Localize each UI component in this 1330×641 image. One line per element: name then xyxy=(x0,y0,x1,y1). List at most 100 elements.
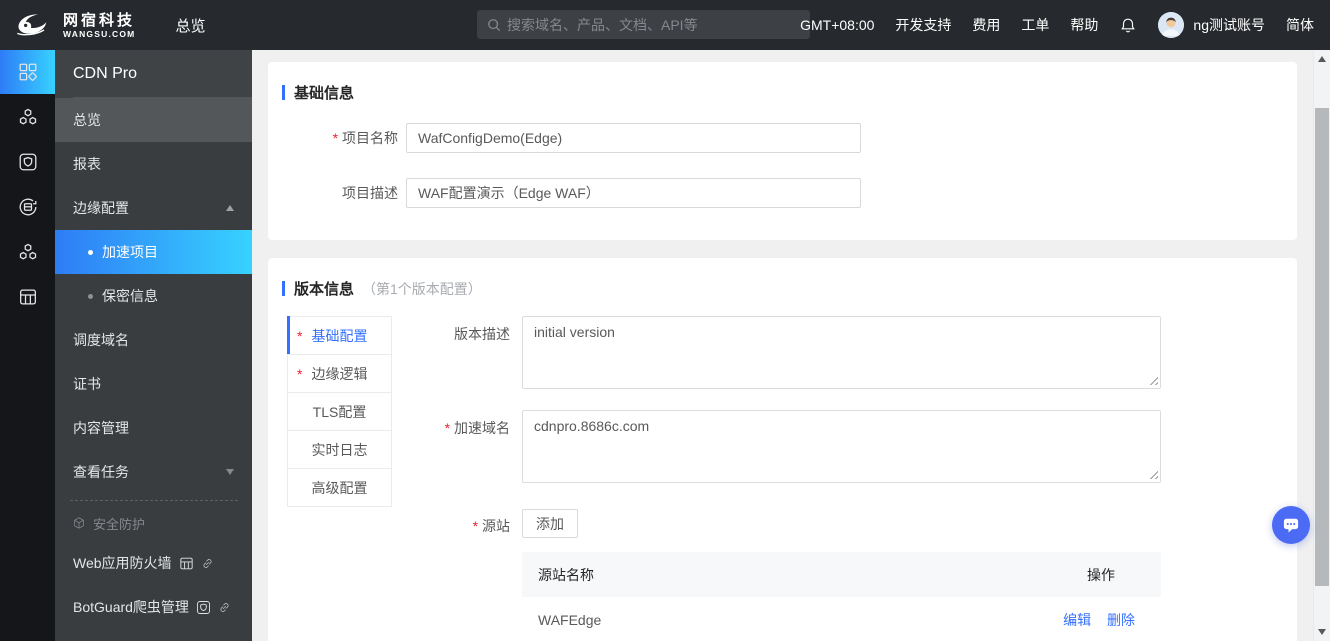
sidebar-item-content-mgmt[interactable]: 内容管理 xyxy=(55,406,252,450)
rail-item-cluster2[interactable] xyxy=(0,230,55,274)
product-title: CDN Pro xyxy=(55,50,252,98)
cluster-icon xyxy=(19,108,36,125)
scroll-up-arrow[interactable] xyxy=(1318,56,1326,62)
global-search xyxy=(477,10,810,39)
sidebar-item-label: 证书 xyxy=(73,376,101,392)
scroll-down-arrow[interactable] xyxy=(1318,629,1326,635)
sidebar-item-scheduling-domains[interactable]: 调度域名 xyxy=(55,318,252,362)
sidebar-item-view-tasks[interactable]: 查看任务 xyxy=(55,450,252,494)
language-toggle[interactable]: 简体 xyxy=(1286,15,1314,35)
cluster-icon xyxy=(19,243,36,260)
tab-edge-logic[interactable]: 边缘逻辑 xyxy=(287,354,392,393)
tab-basic-config[interactable]: 基础配置 xyxy=(287,316,392,355)
version-info-title: 版本信息 （第1个版本配置） xyxy=(282,278,1297,299)
page-body: CDN Pro 总览 报表 边缘配置 加速项目 保密信息 调度域名 证书 内容管… xyxy=(0,50,1330,641)
version-body: 基础配置 边缘逻辑 TLS配置 实时日志 高级配置 xyxy=(282,316,1297,641)
sidebar-item-label: Web应用防火墙 xyxy=(73,555,172,571)
add-origin-button[interactable]: 添加 xyxy=(522,509,578,538)
basic-info-title: 基础信息 xyxy=(282,82,1297,103)
origin-name-cell: WAFEdge xyxy=(538,612,602,629)
version-subtitle: （第1个版本配置） xyxy=(362,280,482,297)
sidebar-divider xyxy=(70,500,238,501)
edit-origin-link[interactable]: 编辑 xyxy=(1063,612,1091,628)
project-desc-row: 项目描述 xyxy=(282,178,1297,208)
brand-name-cn: 网宿科技 xyxy=(63,11,136,29)
sidebar-item-reports[interactable]: 报表 xyxy=(55,142,252,186)
app-root: 网宿科技 WANGSU.COM 总览 GMT+08:00 开发支持 费用 工单 … xyxy=(0,0,1330,641)
billing-link[interactable]: 费用 xyxy=(972,15,1000,35)
rail-item-security[interactable] xyxy=(0,140,55,184)
search-icon xyxy=(488,18,501,31)
rail-item-nodes[interactable] xyxy=(0,95,55,139)
ticket-link[interactable]: 工单 xyxy=(1021,15,1049,35)
avatar xyxy=(1158,12,1185,38)
delete-origin-link[interactable]: 删除 xyxy=(1107,612,1135,628)
rail-item-billing-calc[interactable] xyxy=(0,275,55,319)
account-menu[interactable]: ng测试账号 xyxy=(1158,12,1265,38)
bullet-dot xyxy=(88,293,93,299)
tab-label: 基础配置 xyxy=(311,327,368,344)
chevron-down-icon xyxy=(226,469,234,475)
sidebar-item-label: 总览 xyxy=(73,112,101,128)
version-form: 版本描述 initial version 加速域名 cdnpro.8686c.c… xyxy=(392,316,1297,641)
col-origin-name: 源站名称 xyxy=(538,566,594,583)
section-title-text: 版本信息 xyxy=(294,281,355,298)
rail-item-storage[interactable] xyxy=(0,185,55,229)
col-actions: 操作 xyxy=(1087,566,1115,583)
sidebar-item-label: 保密信息 xyxy=(102,288,158,304)
calculator-icon xyxy=(19,289,36,305)
sidebar-item-secrets[interactable]: 保密信息 xyxy=(55,274,252,318)
accel-domain-label: 加速域名 xyxy=(392,410,510,483)
shield-square-icon xyxy=(19,153,36,171)
bell-icon[interactable] xyxy=(1119,16,1137,35)
sidebar-item-label: 调度域名 xyxy=(73,332,129,348)
tab-tls-config[interactable]: TLS配置 xyxy=(287,392,392,431)
tab-advanced-config[interactable]: 高级配置 xyxy=(287,468,392,507)
project-name-row: 项目名称 xyxy=(282,123,1297,153)
table-row: WAFEdge 编辑 删除 xyxy=(522,597,1161,641)
account-name: ng测试账号 xyxy=(1193,17,1265,33)
sidebar-item-label: BotGuard爬虫管理 xyxy=(73,599,189,615)
title-accent-bar xyxy=(282,281,285,296)
sidebar-item-botguard[interactable]: BotGuard爬虫管理 xyxy=(55,585,252,629)
sidebar-item-edge-config[interactable]: 边缘配置 xyxy=(55,186,252,230)
project-desc-label: 项目描述 xyxy=(342,185,398,201)
chevron-up-icon xyxy=(226,205,234,211)
tab-realtime-log[interactable]: 实时日志 xyxy=(287,430,392,469)
help-link[interactable]: 帮助 xyxy=(1070,15,1098,35)
brand-logo[interactable]: 网宿科技 WANGSU.COM xyxy=(14,8,135,42)
timezone-selector[interactable]: GMT+08:00 xyxy=(800,17,874,33)
bullet-dot xyxy=(88,249,93,255)
tab-label: TLS配置 xyxy=(312,403,367,420)
version-desc-textarea[interactable]: initial version xyxy=(522,316,1161,389)
origin-table-header: 源站名称 操作 xyxy=(522,552,1161,597)
project-name-label: 项目名称 xyxy=(282,128,398,148)
sidebar-menu: CDN Pro 总览 报表 边缘配置 加速项目 保密信息 调度域名 证书 内容管… xyxy=(55,50,252,641)
version-desc-label: 版本描述 xyxy=(454,326,510,342)
chat-bubble-icon xyxy=(1283,518,1299,533)
version-desc-row: 版本描述 initial version xyxy=(392,316,1297,389)
sidebar-item-label: 内容管理 xyxy=(73,420,129,436)
rail-item-cdn-pro[interactable] xyxy=(0,50,55,94)
tab-label: 边缘逻辑 xyxy=(311,365,368,382)
sidebar-item-waf[interactable]: Web应用防火墙 xyxy=(55,541,252,585)
accel-domain-textarea[interactable]: cdnpro.8686c.com xyxy=(522,410,1161,483)
sidebar-item-certificates[interactable]: 证书 xyxy=(55,362,252,406)
project-desc-input[interactable] xyxy=(406,178,861,208)
external-link-icon xyxy=(220,602,229,612)
origin-actions-cell: 编辑 删除 xyxy=(790,597,1161,641)
project-name-input[interactable] xyxy=(406,123,861,153)
sidebar-item-label: 加速项目 xyxy=(102,244,158,260)
title-accent-bar xyxy=(282,85,285,100)
support-chat-button[interactable] xyxy=(1272,506,1310,544)
dev-support-link[interactable]: 开发支持 xyxy=(895,15,951,35)
apps-grid-icon xyxy=(19,63,37,81)
scrollbar-thumb[interactable] xyxy=(1315,108,1329,586)
sidebar-item-label: 边缘配置 xyxy=(73,200,129,216)
sidebar-item-label: 报表 xyxy=(73,156,101,172)
topnav-overview[interactable]: 总览 xyxy=(175,15,205,36)
search-input[interactable] xyxy=(507,16,800,33)
sidebar-item-overview[interactable]: 总览 xyxy=(55,98,252,142)
main-content: 基础信息 项目名称 项目描述 版本信息 （第1个版本配置） xyxy=(252,50,1313,641)
sidebar-item-accel-projects[interactable]: 加速项目 xyxy=(55,230,252,274)
